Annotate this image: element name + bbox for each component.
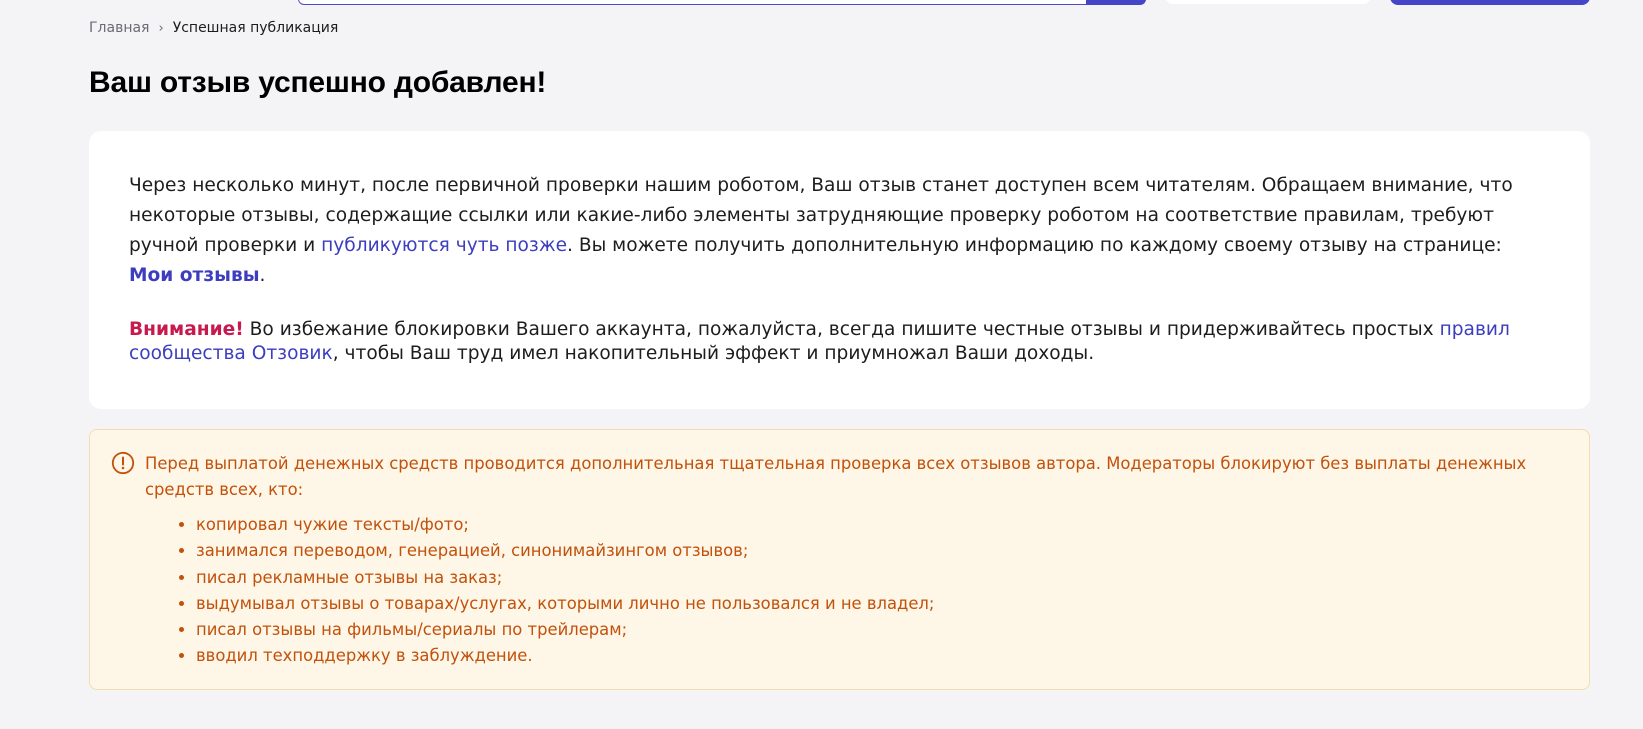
- search-button[interactable]: [1086, 0, 1146, 5]
- header-cta-button[interactable]: [1390, 0, 1590, 5]
- moderation-info-paragraph: Через несколько минут, после первичной п…: [129, 171, 1550, 291]
- moderation-info-text-cont: . Вы можете получить дополнительную инфо…: [567, 235, 1502, 256]
- list-item: писал рекламные отзывы на заказ;: [196, 565, 1549, 591]
- list-item: вводил техподдержку в заблуждение.: [196, 643, 1549, 669]
- warning-label: Внимание!: [129, 319, 244, 340]
- warning-text-end: , чтобы Ваш труд имел накопительный эффе…: [332, 343, 1095, 364]
- list-item: копировал чужие тексты/фото;: [196, 512, 1549, 538]
- breadcrumb-separator: ›: [158, 20, 164, 36]
- search-input[interactable]: [298, 0, 1146, 5]
- list-item: занимался переводом, генерацией, синоним…: [196, 538, 1549, 564]
- warning-paragraph: Внимание! Во избежание блокировки Вашего…: [129, 318, 1550, 366]
- moderation-info-end: .: [259, 265, 266, 286]
- my-reviews-link[interactable]: Мои отзывы: [129, 265, 260, 286]
- header-select[interactable]: [1165, 0, 1371, 4]
- payout-notice: Перед выплатой денежных средств проводит…: [89, 429, 1590, 690]
- success-info-card: Через несколько минут, после первичной п…: [89, 131, 1590, 409]
- notice-list: копировал чужие тексты/фото; занимался п…: [145, 512, 1549, 670]
- exclamation-circle-icon: [111, 451, 135, 475]
- breadcrumb: Главная › Успешная публикация: [89, 20, 338, 36]
- warning-text: Во избежание блокировки Вашего аккаунта,…: [243, 319, 1440, 340]
- breadcrumb-current: Успешная публикация: [172, 20, 339, 36]
- page-title: Ваш отзыв успешно добавлен!: [89, 66, 547, 99]
- list-item: писал отзывы на фильмы/сериалы по трейле…: [196, 617, 1549, 643]
- notice-text: Перед выплатой денежных средств проводит…: [145, 454, 1527, 499]
- published-later-link[interactable]: публикуются чуть позже: [321, 235, 567, 256]
- breadcrumb-home-link[interactable]: Главная: [89, 20, 149, 36]
- list-item: выдумывал отзывы о товарах/услугах, кото…: [196, 591, 1549, 617]
